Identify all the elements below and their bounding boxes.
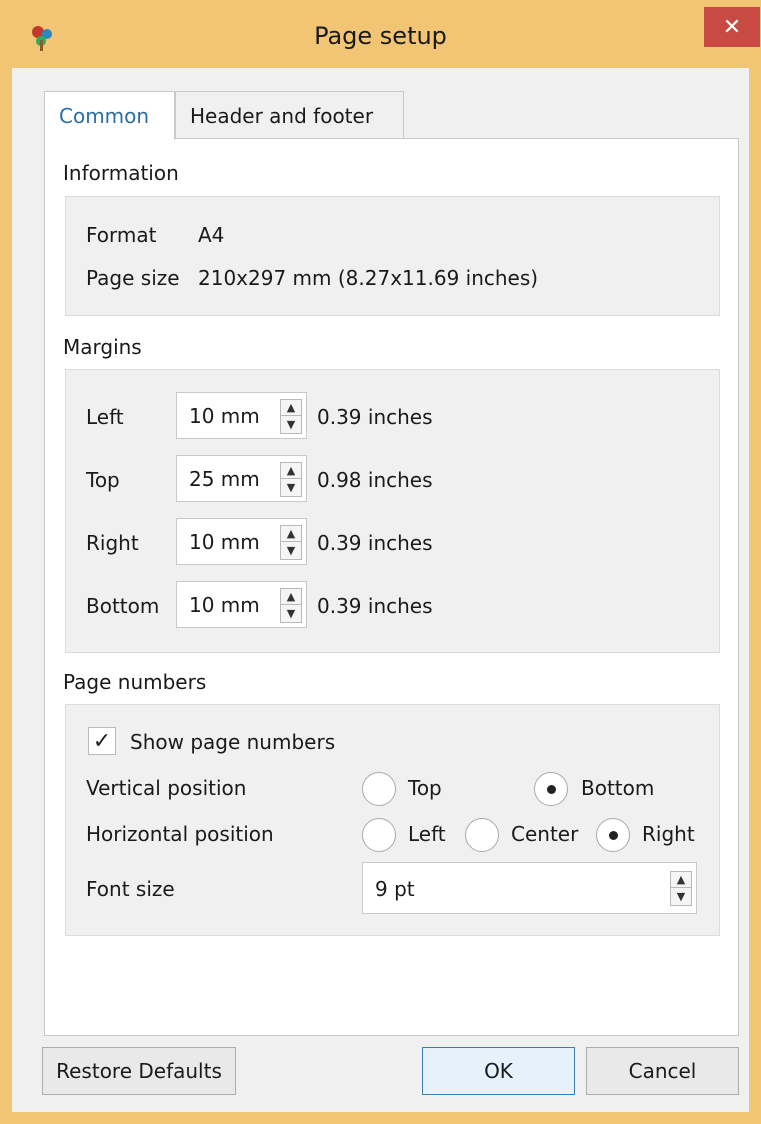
chevron-down-icon[interactable]: ▼: [671, 889, 691, 905]
vertical-position-label: Vertical position: [86, 776, 247, 800]
margin-bottom-label: Bottom: [86, 594, 160, 618]
tab-panel-common: Information Format A4 Page size 210x297 …: [44, 138, 739, 1036]
chevron-up-icon[interactable]: ▲: [281, 463, 301, 479]
horizontal-position-label: Horizontal position: [86, 822, 274, 846]
chevron-down-icon[interactable]: ▼: [281, 417, 301, 433]
margin-top-label: Top: [86, 468, 120, 492]
font-size-stepper[interactable]: ▲ ▼: [670, 871, 692, 906]
format-label: Format: [86, 223, 157, 247]
margin-right-value: 10 mm: [189, 530, 260, 554]
ok-button[interactable]: OK: [422, 1047, 575, 1095]
chevron-up-icon[interactable]: ▲: [281, 589, 301, 605]
font-size-label: Font size: [86, 877, 175, 901]
margin-bottom-value: 10 mm: [189, 593, 260, 617]
vertical-top-radio[interactable]: [362, 772, 396, 806]
title-bar: Page setup ✕: [0, 0, 761, 78]
horizontal-left-radio[interactable]: [362, 818, 396, 852]
cancel-button[interactable]: Cancel: [586, 1047, 739, 1095]
chevron-up-icon[interactable]: ▲: [671, 872, 691, 888]
margin-right-label: Right: [86, 531, 139, 555]
vertical-bottom-label[interactable]: Bottom: [581, 776, 654, 800]
horizontal-left-label[interactable]: Left: [408, 822, 446, 846]
information-group: Format A4 Page size 210x297 mm (8.27x11.…: [65, 196, 720, 316]
margin-right-spinbox[interactable]: 10 mm ▲ ▼: [176, 518, 307, 565]
horizontal-center-radio[interactable]: [465, 818, 499, 852]
page-size-label: Page size: [86, 266, 180, 290]
page-setup-dialog: Page setup ✕ Common Header and footer In…: [0, 0, 761, 1124]
margin-left-inches: 0.39 inches: [317, 405, 433, 429]
margin-top-inches: 0.98 inches: [317, 468, 433, 492]
font-size-value: 9 pt: [375, 877, 415, 901]
show-page-numbers-checkbox[interactable]: ✓: [88, 727, 116, 755]
horizontal-right-radio[interactable]: [596, 818, 630, 852]
chevron-down-icon[interactable]: ▼: [281, 543, 301, 559]
margins-group: Left 10 mm ▲ ▼ 0.39 inches Top 25 mm ▲ ▼: [65, 369, 720, 653]
tab-common[interactable]: Common: [44, 91, 175, 140]
horizontal-center-label[interactable]: Center: [511, 822, 578, 846]
chevron-down-icon[interactable]: ▼: [281, 606, 301, 622]
dialog-client-area: Common Header and footer Information For…: [12, 68, 749, 1112]
margin-right-inches: 0.39 inches: [317, 531, 433, 555]
margin-right-stepper[interactable]: ▲ ▼: [280, 525, 302, 560]
close-button[interactable]: ✕: [704, 7, 760, 47]
checkmark-icon: ✓: [92, 728, 112, 754]
page-size-value: 210x297 mm (8.27x11.69 inches): [198, 266, 539, 290]
close-icon: ✕: [722, 14, 742, 40]
page-numbers-section-label: Page numbers: [63, 670, 207, 694]
information-section-label: Information: [63, 161, 179, 185]
vertical-top-label[interactable]: Top: [408, 776, 442, 800]
margin-bottom-spinbox[interactable]: 10 mm ▲ ▼: [176, 581, 307, 628]
dialog-title: Page setup: [314, 22, 447, 50]
chevron-down-icon[interactable]: ▼: [281, 480, 301, 496]
restore-defaults-button[interactable]: Restore Defaults: [42, 1047, 236, 1095]
tab-header-and-footer[interactable]: Header and footer: [175, 91, 404, 139]
margin-top-stepper[interactable]: ▲ ▼: [280, 462, 302, 497]
margin-top-value: 25 mm: [189, 467, 260, 491]
show-page-numbers-label[interactable]: Show page numbers: [130, 730, 335, 754]
page-numbers-group: ✓ Show page numbers Vertical position To…: [65, 704, 720, 936]
format-value: A4: [198, 223, 225, 247]
margin-top-spinbox[interactable]: 25 mm ▲ ▼: [176, 455, 307, 502]
chevron-up-icon[interactable]: ▲: [281, 526, 301, 542]
horizontal-right-label[interactable]: Right: [642, 822, 695, 846]
margin-bottom-stepper[interactable]: ▲ ▼: [280, 588, 302, 623]
font-size-spinbox[interactable]: 9 pt ▲ ▼: [362, 862, 697, 914]
chevron-up-icon[interactable]: ▲: [281, 400, 301, 416]
margin-left-stepper[interactable]: ▲ ▼: [280, 399, 302, 434]
margin-left-value: 10 mm: [189, 404, 260, 428]
vertical-bottom-radio[interactable]: [534, 772, 568, 806]
margin-left-spinbox[interactable]: 10 mm ▲ ▼: [176, 392, 307, 439]
margins-section-label: Margins: [63, 335, 142, 359]
margin-left-label: Left: [86, 405, 124, 429]
margin-bottom-inches: 0.39 inches: [317, 594, 433, 618]
